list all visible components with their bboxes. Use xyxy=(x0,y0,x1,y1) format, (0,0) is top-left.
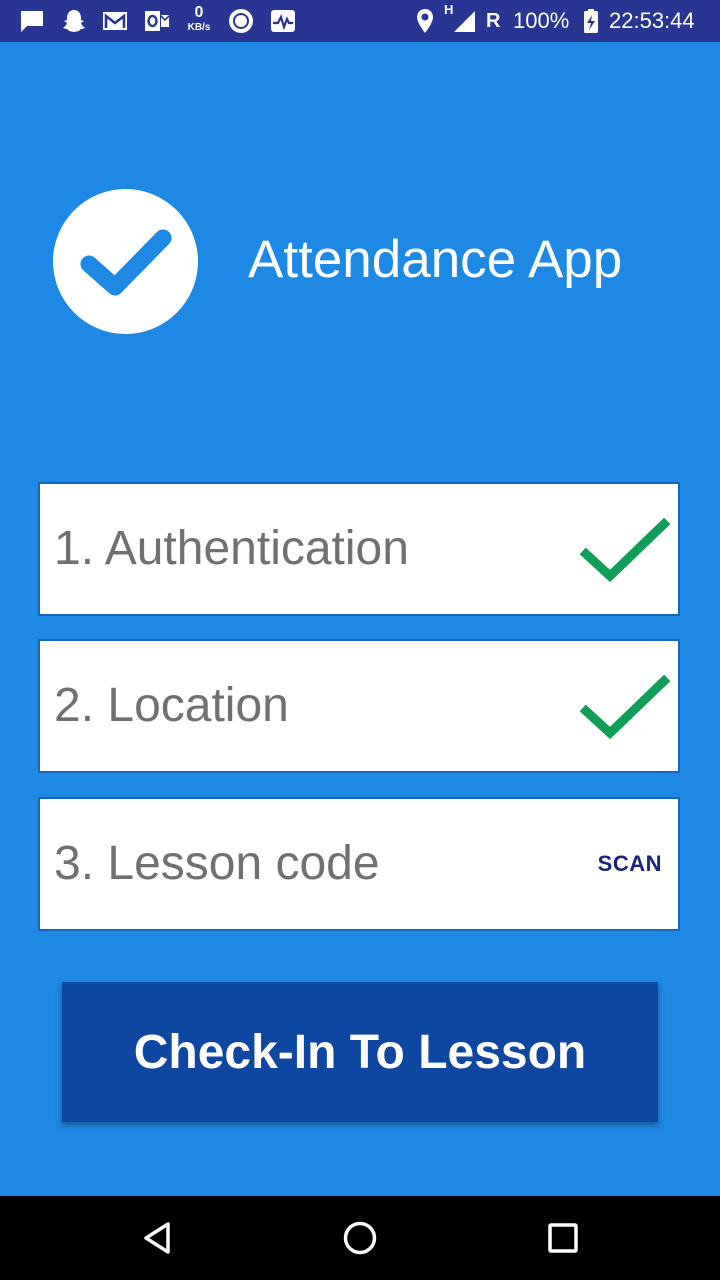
message-icon xyxy=(21,11,43,32)
green-check-icon xyxy=(580,675,670,740)
roaming-label: R xyxy=(486,10,501,32)
green-check-icon xyxy=(580,518,670,583)
activity-icon xyxy=(271,10,295,32)
circle-app-icon xyxy=(229,9,253,33)
step-label: 1. Authentication xyxy=(54,522,409,575)
recents-icon[interactable] xyxy=(541,1216,585,1260)
net-speed-unit: KB/s xyxy=(187,22,211,33)
net-speed-value: 0 xyxy=(194,4,204,21)
checkmark-circle-icon xyxy=(80,229,172,296)
step-location: 2. Location xyxy=(38,639,680,773)
home-icon[interactable] xyxy=(338,1216,382,1260)
battery-charging-icon xyxy=(584,9,598,33)
step-lesson-code: 3. Lesson code SCAN xyxy=(38,797,680,931)
navigation-bar xyxy=(0,1196,720,1280)
step-authentication: 1. Authentication xyxy=(38,482,680,616)
outlook-icon xyxy=(145,11,170,31)
back-icon[interactable] xyxy=(136,1216,180,1260)
step-label: 2. Location xyxy=(54,679,289,732)
battery-percentage: 100% xyxy=(513,8,570,33)
step-label: 3. Lesson code xyxy=(54,837,380,890)
signal-icon xyxy=(454,11,475,32)
status-time: 22:53:44 xyxy=(609,8,695,33)
app-logo xyxy=(53,189,198,334)
location-icon xyxy=(417,9,433,33)
scan-button[interactable]: SCAN xyxy=(598,844,662,884)
snapchat-icon xyxy=(63,10,85,32)
gmail-icon xyxy=(103,12,127,30)
status-bar: 0 KB/s H R 100% 22:53:44 xyxy=(0,0,720,42)
app-title: Attendance App xyxy=(248,230,623,289)
check-in-button[interactable]: Check-In To Lesson xyxy=(62,982,658,1122)
network-speed-icon: 0 KB/s xyxy=(184,4,214,34)
